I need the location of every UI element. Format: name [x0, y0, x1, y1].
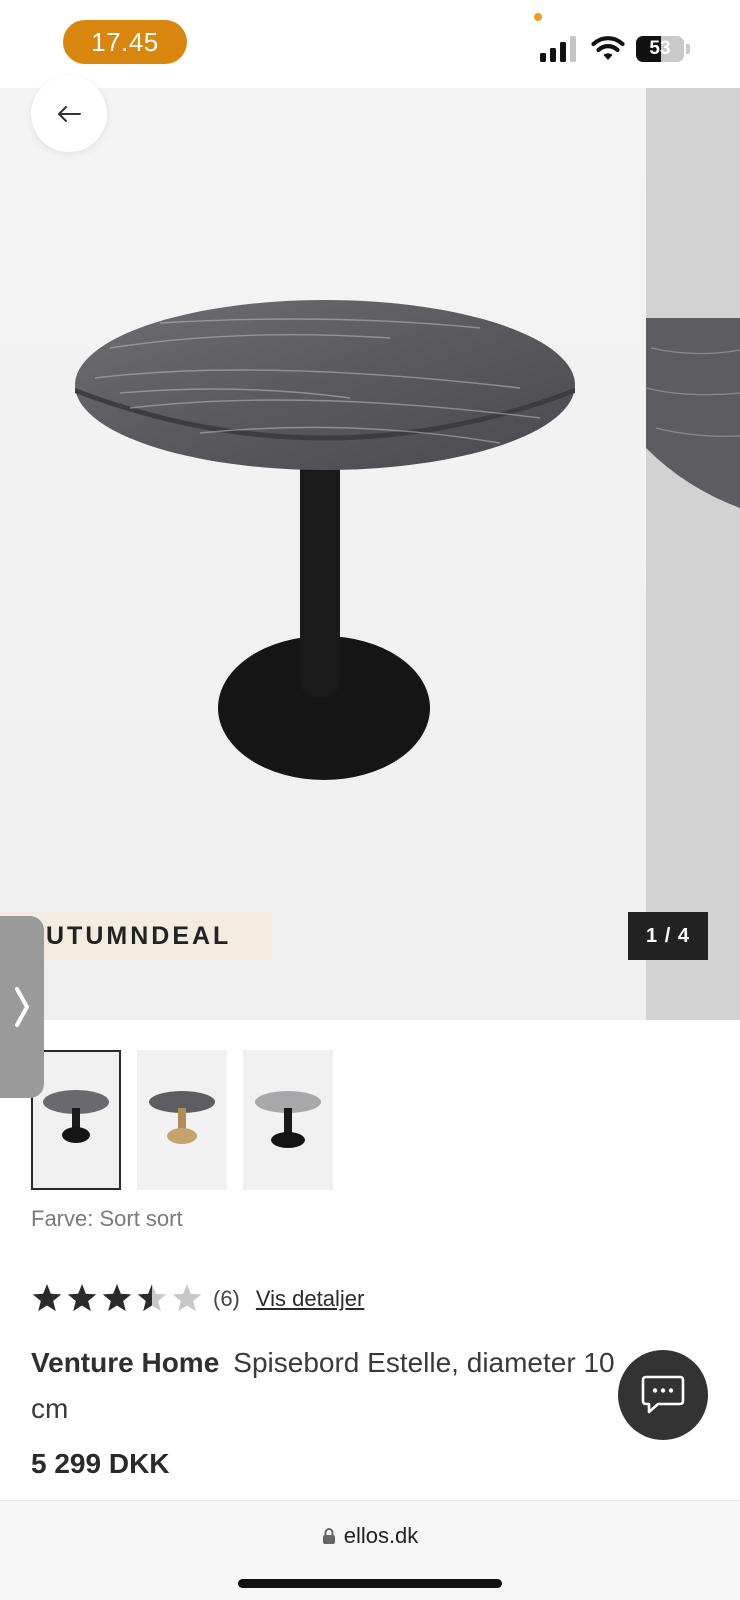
- product-image-main[interactable]: [0, 88, 646, 1020]
- product-image-gallery[interactable]: UTUMNDEAL 1 / 4: [0, 88, 740, 1020]
- product-title: Venture Home Spisebord Estelle, diameter …: [31, 1340, 691, 1432]
- view-details-link[interactable]: Vis detaljer: [256, 1286, 364, 1312]
- product-name-cont: cm: [31, 1393, 69, 1424]
- browser-address-bar[interactable]: ellos.dk: [0, 1500, 740, 1600]
- rating-star: [32, 1284, 62, 1312]
- battery-level: 53: [649, 38, 671, 59]
- table-closeup-illustration: [646, 318, 740, 508]
- product-price: 5 299 DKK: [31, 1448, 170, 1479]
- chat-button[interactable]: [618, 1350, 708, 1440]
- rating-stars: [32, 1284, 202, 1312]
- privacy-indicator-dot: [534, 13, 542, 21]
- rating-star: [102, 1284, 132, 1312]
- battery-icon: 53: [636, 36, 690, 62]
- chat-bubble-icon: [641, 1375, 685, 1414]
- thumbnail-image: [255, 1091, 321, 1148]
- chevron-right-icon: [15, 987, 29, 1027]
- thumbnail-brass-base[interactable]: [137, 1050, 227, 1190]
- arrow-left-icon: [58, 106, 81, 122]
- image-pager: 1 / 4: [628, 912, 708, 960]
- color-label: Farve: Sort sort: [31, 1206, 183, 1231]
- thumbnail-light-marble[interactable]: [243, 1050, 333, 1190]
- thumbnail-black-base[interactable]: [31, 1050, 121, 1190]
- product-name: Spisebord Estelle, diameter 10: [233, 1347, 615, 1378]
- status-bar: 17.45 53: [0, 0, 740, 88]
- back-button[interactable]: [31, 76, 107, 152]
- rating-star: [172, 1284, 202, 1312]
- home-indicator[interactable]: [238, 1579, 502, 1588]
- thumbnail-image: [43, 1090, 109, 1143]
- product-image-next-peek[interactable]: [646, 88, 740, 1020]
- rating-star: [67, 1284, 97, 1312]
- table-illustration: [75, 300, 575, 780]
- rating-star: [137, 1284, 167, 1312]
- status-time: 17.45: [63, 20, 187, 64]
- url-text: ellos.dk: [343, 1523, 419, 1548]
- wifi-icon: [591, 36, 625, 60]
- product-brand[interactable]: Venture Home: [31, 1347, 219, 1378]
- lock-icon: [322, 1528, 335, 1544]
- side-drawer-tab[interactable]: [0, 916, 44, 1098]
- cellular-signal-icon: [540, 36, 576, 62]
- review-count: (6): [213, 1286, 240, 1311]
- rating-row: (6) Vis detaljer: [31, 1283, 364, 1315]
- url-field[interactable]: ellos.dk: [0, 1523, 740, 1549]
- thumbnail-image: [149, 1091, 215, 1144]
